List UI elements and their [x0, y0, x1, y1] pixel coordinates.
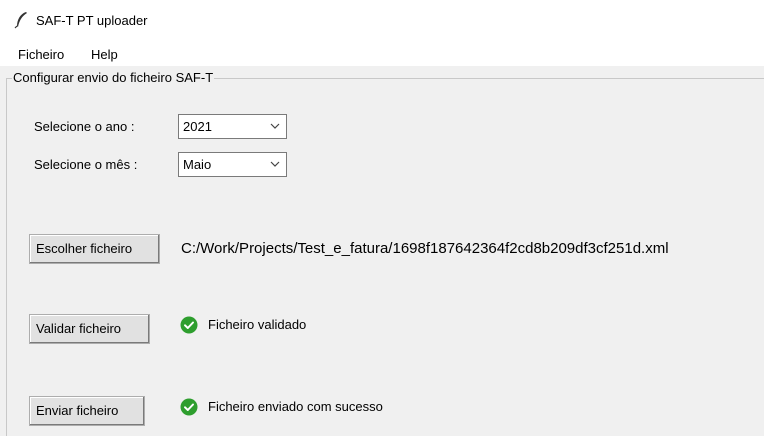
- year-select[interactable]: 2021: [178, 114, 287, 139]
- menu-ficheiro[interactable]: Ficheiro: [18, 47, 64, 62]
- menu-bar: Ficheiro Help: [0, 40, 764, 66]
- validate-file-button[interactable]: Validar ficheiro: [29, 314, 150, 344]
- selected-file-path: C:/Work/Projects/Test_e_fatura/1698f1876…: [181, 240, 669, 257]
- title-bar: SAF-T PT uploader: [0, 0, 764, 40]
- chevron-down-icon: [270, 161, 280, 167]
- window-title: SAF-T PT uploader: [36, 13, 148, 28]
- month-select-value: Maio: [183, 157, 212, 172]
- menu-help[interactable]: Help: [91, 47, 118, 62]
- check-circle-icon: [180, 316, 198, 334]
- app-window: SAF-T PT uploader Ficheiro Help Configur…: [0, 0, 764, 436]
- feather-icon: [14, 12, 27, 29]
- year-label: Selecione o ano :: [34, 119, 135, 134]
- check-circle-icon: [180, 398, 198, 416]
- choose-file-button[interactable]: Escolher ficheiro: [29, 234, 160, 264]
- month-label: Selecione o mês :: [34, 157, 138, 172]
- validate-status-text: Ficheiro validado: [208, 317, 307, 332]
- month-select[interactable]: Maio: [178, 152, 287, 177]
- config-group-title: Configurar envio do ficheiro SAF-T: [12, 70, 215, 85]
- year-select-value: 2021: [183, 119, 212, 134]
- chevron-down-icon: [270, 123, 280, 129]
- send-status-text: Ficheiro enviado com sucesso: [208, 399, 383, 414]
- send-file-button[interactable]: Enviar ficheiro: [29, 396, 145, 426]
